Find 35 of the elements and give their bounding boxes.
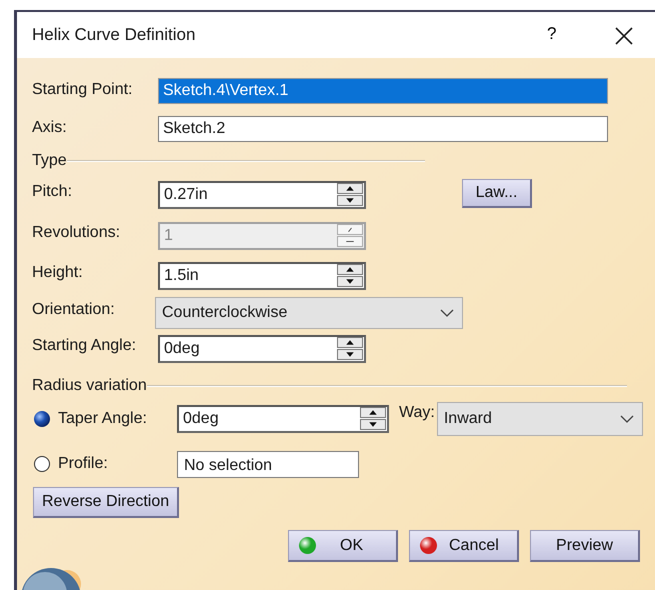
way-dropdown[interactable]: Inward: [436, 402, 643, 436]
ball-icon: [299, 537, 316, 554]
option-label: Taper Angle:: [58, 410, 148, 428]
spinner-field[interactable]: 0deg: [177, 405, 389, 433]
help-button[interactable]: ?: [547, 24, 556, 44]
radio-button[interactable]: [33, 455, 51, 473]
window-title: Helix Curve Definition: [32, 25, 196, 45]
section-title: Type: [32, 152, 67, 170]
orientation-dropdown[interactable]: Counterclockwise: [155, 297, 463, 329]
input-field[interactable]: Sketch.4\Vertex.1: [158, 78, 608, 104]
law-button[interactable]: Law...: [462, 179, 532, 208]
input-field[interactable]: No selection: [177, 450, 359, 478]
ok-button[interactable]: OK: [288, 530, 398, 562]
close-icon[interactable]: [615, 27, 633, 45]
field-label: Starting Point:: [32, 80, 134, 99]
preview-button[interactable]: Preview: [530, 530, 640, 562]
field-label: Starting Angle:: [32, 336, 138, 355]
section-title: Radius variation: [32, 377, 147, 395]
spinner-field[interactable]: 0deg: [158, 335, 366, 363]
spinner-field[interactable]: 0.27in: [158, 181, 366, 209]
input-field[interactable]: Sketch.2: [158, 116, 608, 142]
reverse-direction-button[interactable]: Reverse Direction: [33, 487, 180, 518]
field-label: Axis:: [32, 118, 68, 137]
field-label: Orientation:: [32, 300, 116, 319]
radio-button[interactable]: [33, 410, 51, 428]
chevron-down-icon[interactable]: [620, 415, 634, 423]
field-label: Way:: [399, 404, 435, 422]
field-label: Revolutions:: [32, 223, 122, 242]
cancel-button[interactable]: Cancel: [409, 530, 519, 562]
chevron-down-icon[interactable]: [440, 309, 454, 317]
field-label: Pitch:: [32, 182, 74, 201]
option-label: Profile:: [58, 455, 109, 473]
field-label: Height:: [32, 263, 84, 282]
ball-icon: [420, 537, 437, 554]
spinner-field[interactable]: 1.5in: [158, 262, 366, 290]
